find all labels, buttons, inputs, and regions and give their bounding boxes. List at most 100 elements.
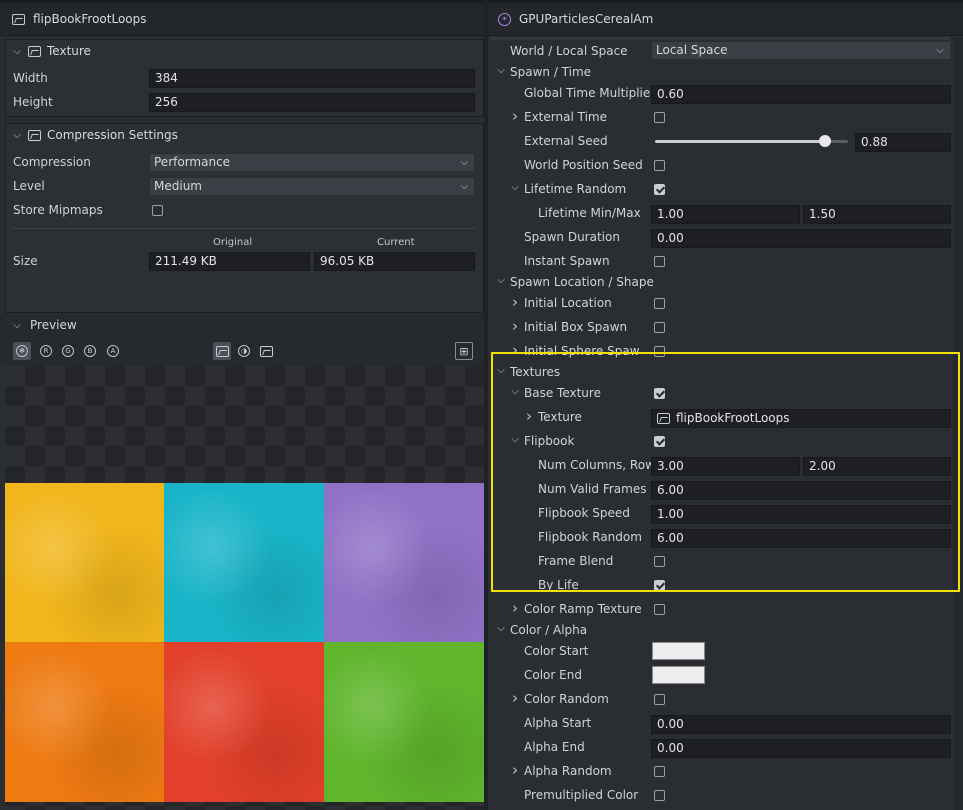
initial-box-label-label: Initial Box Spawn bbox=[524, 320, 628, 334]
size-original-field: 211.49 KB bbox=[149, 252, 310, 271]
texture-section-header[interactable]: ⌵ Texture bbox=[6, 40, 483, 62]
texture-preview-area[interactable] bbox=[5, 366, 484, 810]
chevron-right-icon[interactable]: › bbox=[510, 689, 520, 707]
chevron-right-icon[interactable]: › bbox=[510, 293, 520, 311]
flipbook-frame-purple bbox=[324, 483, 484, 643]
frame-blend-checkbox[interactable] bbox=[654, 556, 665, 567]
num-columns-rows-second-field[interactable]: 2.00 bbox=[803, 457, 951, 476]
flipbook-speed-field[interactable]: 1.00 bbox=[651, 505, 951, 524]
global-time-multiplier-field[interactable]: 0.60 bbox=[651, 85, 951, 104]
color-end-swatch[interactable] bbox=[652, 666, 705, 684]
chevron-down-icon[interactable]: ⌵ bbox=[510, 386, 520, 397]
external-time-checkbox[interactable] bbox=[654, 112, 665, 123]
lifetime-first-field[interactable]: 1.00 bbox=[651, 205, 800, 224]
world-pos-seed-label-label: World Position Seed bbox=[524, 158, 643, 172]
rgb-channel-button[interactable]: ✻ bbox=[13, 342, 31, 360]
chevron-right-icon[interactable]: › bbox=[510, 317, 520, 335]
blue-channel-button[interactable]: B bbox=[81, 342, 99, 360]
chevron-down-icon: ⌵ bbox=[460, 181, 468, 192]
chevron-down-icon[interactable]: ⌵ bbox=[496, 623, 506, 634]
alpha-end-field[interactable]: 0.00 bbox=[651, 739, 951, 758]
chevron-down-icon[interactable]: ⌵ bbox=[510, 434, 520, 445]
frame-blend-label-label: Frame Blend bbox=[538, 554, 614, 568]
speed-label-label: Flipbook Speed bbox=[538, 506, 630, 520]
alpha-channel-button[interactable]: A bbox=[104, 342, 122, 360]
plane-view-button[interactable] bbox=[257, 342, 275, 360]
external-time-label-label: External Time bbox=[524, 110, 607, 124]
original-column-label: Original bbox=[213, 237, 253, 248]
chevron-down-icon[interactable]: ⌵ bbox=[510, 182, 520, 193]
height-field[interactable]: 256 bbox=[149, 93, 475, 112]
texture-asset-field[interactable]: flipBookFrootLoops bbox=[651, 409, 951, 428]
texture-section: ⌵ Texture Width 384 Height 256 bbox=[5, 39, 484, 117]
color-random-label-label: Color Random bbox=[524, 692, 609, 706]
world-position-seed-checkbox[interactable] bbox=[654, 160, 665, 171]
world-local-dropdown[interactable]: Local Space ⌵ bbox=[651, 41, 951, 60]
compression-label: Compression bbox=[13, 155, 91, 169]
num-valid-frames-field[interactable]: 6.00 bbox=[651, 481, 951, 500]
particles-tab-header[interactable]: ☀ GPUParticlesCerealAm bbox=[488, 0, 963, 36]
compression-section-header[interactable]: ⌵ Compression Settings bbox=[6, 124, 483, 146]
compression-dropdown[interactable]: Performance ⌵ bbox=[149, 153, 475, 172]
grid-icon: ⊞ bbox=[459, 344, 469, 358]
sphere-view-button[interactable]: ◑ bbox=[235, 342, 253, 360]
initial-sphere-spawn-checkbox[interactable] bbox=[654, 346, 665, 357]
flipbook-random-field[interactable]: 6.00 bbox=[651, 529, 951, 548]
flipbook-checkbox[interactable] bbox=[654, 436, 665, 447]
spawn-time-group-label[interactable]: Spawn / Time bbox=[510, 65, 591, 79]
external-seed-label-label: External Seed bbox=[524, 134, 608, 148]
chevron-right-icon[interactable]: › bbox=[510, 107, 520, 125]
alpha-start-label-label: Alpha Start bbox=[524, 716, 592, 730]
initial-box-spawn-checkbox[interactable] bbox=[654, 322, 665, 333]
color-ramp-texture-checkbox[interactable] bbox=[654, 604, 665, 615]
chevron-right-icon[interactable]: › bbox=[524, 407, 534, 425]
initial-location-checkbox[interactable] bbox=[654, 298, 665, 309]
color-start-swatch[interactable] bbox=[652, 642, 705, 660]
texture-view-button[interactable] bbox=[213, 342, 231, 360]
green-channel-button[interactable]: G bbox=[59, 342, 77, 360]
premultiplied-color-checkbox[interactable] bbox=[654, 790, 665, 801]
spawn-duration-field[interactable]: 0.00 bbox=[651, 229, 951, 248]
external-seed-field[interactable]: 0.88 bbox=[855, 133, 951, 152]
base-texture-label-label: Base Texture bbox=[524, 386, 601, 400]
lifetime-random-checkbox[interactable] bbox=[654, 184, 665, 195]
color-random-checkbox[interactable] bbox=[654, 694, 665, 705]
flipbook-frame-red bbox=[164, 642, 324, 802]
initial-sphere-label-label: Initial Sphere Spaw bbox=[524, 344, 640, 358]
chevron-right-icon[interactable]: › bbox=[510, 761, 520, 779]
num-columns-rows-first-field[interactable]: 3.00 bbox=[651, 457, 800, 476]
by-life-checkbox[interactable] bbox=[654, 580, 665, 591]
textures-group-label[interactable]: Textures bbox=[510, 365, 560, 379]
color-alpha-group-label[interactable]: Color / Alpha bbox=[510, 623, 587, 637]
chevron-down-icon[interactable]: ⌵ bbox=[496, 65, 506, 76]
spawn-location-group-label[interactable]: Spawn Location / Shape bbox=[510, 275, 654, 289]
chevron-right-icon[interactable]: › bbox=[510, 341, 520, 359]
chevron-down-icon[interactable]: ⌵ bbox=[496, 275, 506, 286]
grid-toggle-button[interactable]: ⊞ bbox=[455, 342, 473, 360]
channel-b-icon: B bbox=[84, 345, 96, 357]
red-channel-button[interactable]: R bbox=[37, 342, 55, 360]
scrollbar-track[interactable] bbox=[953, 37, 963, 810]
alpha-random-checkbox[interactable] bbox=[654, 766, 665, 777]
external-seed-slider-handle[interactable] bbox=[819, 135, 831, 147]
store-mipmaps-label: Store Mipmaps bbox=[13, 203, 103, 217]
alpha-random-label-label: Alpha Random bbox=[524, 764, 612, 778]
rgb-circles-icon: ✻ bbox=[16, 345, 28, 357]
chevron-down-icon[interactable]: ⌵ bbox=[12, 320, 22, 331]
chevron-down-icon[interactable]: ⌵ bbox=[496, 365, 506, 376]
lifetime-second-field[interactable]: 1.50 bbox=[803, 205, 951, 224]
level-dropdown[interactable]: Medium ⌵ bbox=[149, 177, 475, 196]
alpha-start-field[interactable]: 0.00 bbox=[651, 715, 951, 734]
color-end-label-label: Color End bbox=[524, 668, 582, 682]
premult-label-label: Premultiplied Color bbox=[524, 788, 639, 802]
width-field[interactable]: 384 bbox=[149, 69, 475, 88]
chevron-right-icon[interactable]: › bbox=[510, 599, 520, 617]
store-mipmaps-checkbox[interactable] bbox=[152, 205, 163, 216]
instant-spawn-checkbox[interactable] bbox=[654, 256, 665, 267]
image-icon bbox=[28, 45, 41, 57]
random-label-label: Flipbook Random bbox=[538, 530, 642, 544]
channel-r-icon: R bbox=[40, 345, 52, 357]
texture-tab-header[interactable]: flipBookFrootLoops bbox=[0, 0, 484, 36]
base-texture-checkbox[interactable] bbox=[654, 388, 665, 399]
world-local-value: Local Space bbox=[656, 43, 728, 57]
